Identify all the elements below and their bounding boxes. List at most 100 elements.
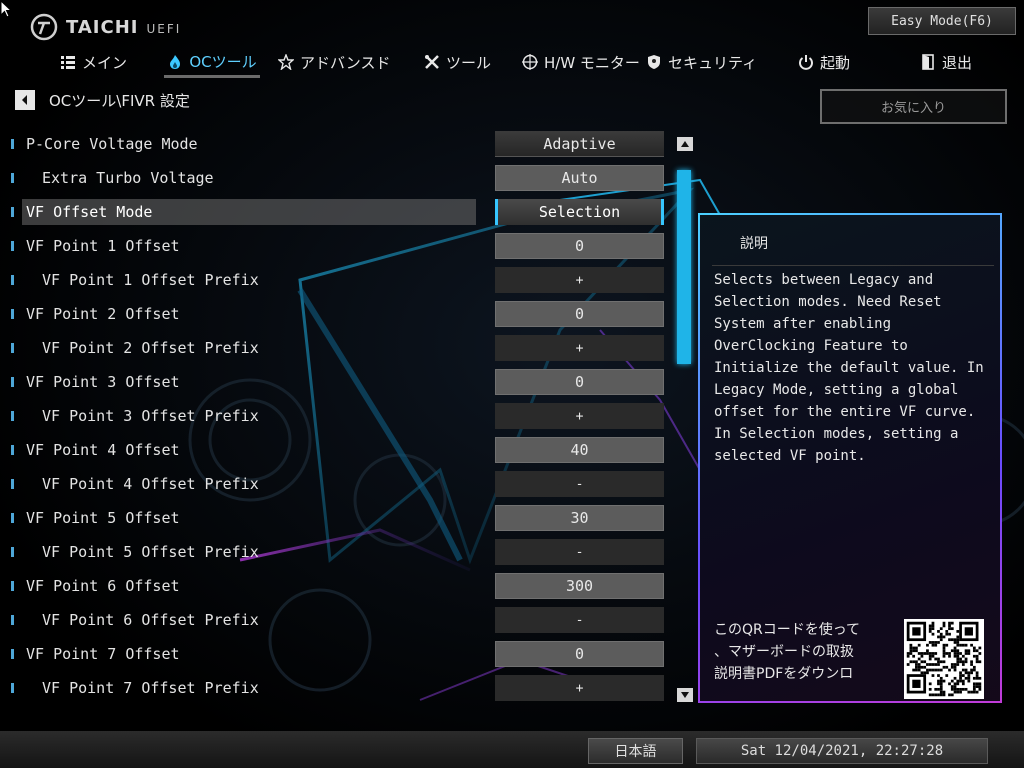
row-marker (11, 683, 14, 693)
setting-value[interactable]: + (495, 335, 664, 361)
setting-label: VF Point 3 Offset Prefix (42, 407, 259, 425)
row-marker (11, 377, 14, 387)
setting-row[interactable]: VF Point 7 Offset 0 (0, 637, 700, 671)
tab-exit[interactable]: 退出 (920, 48, 972, 76)
setting-value[interactable]: 300 (495, 573, 664, 599)
setting-row[interactable]: VF Point 4 Offset Prefix - (0, 467, 700, 501)
setting-label: VF Point 2 Offset Prefix (42, 339, 259, 357)
row-marker (11, 513, 14, 523)
description-panel: 説明 Selects between Legacy and Selection … (698, 213, 1002, 703)
setting-value[interactable]: 40 (495, 437, 664, 463)
brand-sub: UEFI (146, 21, 182, 36)
setting-row[interactable]: VF Point 6 Offset 300 (0, 569, 700, 603)
setting-value[interactable]: + (495, 267, 664, 293)
mouse-cursor-icon (0, 0, 12, 18)
setting-row[interactable]: P-Core Voltage Mode Adaptive (0, 127, 700, 161)
qr-code-icon (904, 619, 984, 699)
setting-row[interactable]: VF Point 7 Offset Prefix + (0, 671, 700, 705)
setting-label: VF Point 1 Offset (26, 237, 180, 255)
row-marker (11, 445, 14, 455)
setting-row[interactable]: VF Point 1 Offset 0 (0, 229, 700, 263)
tab-advanced[interactable]: アドバンスド (278, 48, 390, 76)
setting-label: Extra Turbo Voltage (42, 169, 214, 187)
exit-door-icon (922, 54, 934, 70)
description-divider (712, 265, 994, 266)
setting-row[interactable]: VF Point 4 Offset 40 (0, 433, 700, 467)
setting-value[interactable]: Selection (495, 199, 664, 225)
setting-row[interactable]: VF Point 3 Offset Prefix + (0, 399, 700, 433)
arrow-down-icon (681, 692, 689, 698)
setting-label: VF Point 1 Offset Prefix (42, 271, 259, 289)
setting-label: VF Point 5 Offset Prefix (42, 543, 259, 561)
setting-row[interactable]: Extra Turbo Voltage Auto (0, 161, 700, 195)
scrollbar-track[interactable] (677, 155, 693, 685)
setting-label: VF Point 6 Offset Prefix (42, 611, 259, 629)
back-arrow-icon (22, 95, 27, 105)
setting-value[interactable]: 30 (495, 505, 664, 531)
setting-row[interactable]: VF Point 6 Offset Prefix - (0, 603, 700, 637)
top-nav: メイン OCツール アドバンスド ツール H/W モニター セキュリティ 起動 … (0, 48, 1024, 78)
description-text: Selects between Legacy and Selection mod… (714, 272, 984, 464)
setting-value[interactable]: - (495, 539, 664, 565)
setting-row[interactable]: VF Offset Mode Selection (0, 195, 700, 229)
setting-label: VF Offset Mode (26, 203, 153, 221)
power-icon (799, 55, 813, 70)
row-marker (11, 343, 14, 353)
setting-value[interactable]: - (495, 607, 664, 633)
setting-row[interactable]: VF Point 3 Offset 0 (0, 365, 700, 399)
scroll-up-button[interactable] (677, 137, 693, 151)
setting-label: VF Point 4 Offset Prefix (42, 475, 259, 493)
row-marker (11, 139, 14, 149)
setting-value[interactable]: Adaptive (495, 131, 664, 157)
setting-label: VF Point 7 Offset Prefix (42, 679, 259, 697)
tab-security[interactable]: セキュリティ (646, 48, 757, 76)
setting-label: VF Point 4 Offset (26, 441, 180, 459)
setting-row[interactable]: VF Point 2 Offset Prefix + (0, 331, 700, 365)
setting-label: VF Point 2 Offset (26, 305, 180, 323)
breadcrumb-path: OCツール\FIVR 設定 (49, 91, 190, 110)
scrollbar-thumb[interactable] (677, 170, 691, 364)
row-marker (11, 275, 14, 285)
setting-row[interactable]: VF Point 5 Offset Prefix - (0, 535, 700, 569)
star-icon (278, 54, 294, 70)
setting-label: VF Point 6 Offset (26, 577, 180, 595)
flame-icon (170, 54, 181, 69)
setting-value[interactable]: + (495, 403, 664, 429)
tab-oc-tools[interactable]: OCツール (164, 48, 260, 78)
row-marker (11, 547, 14, 557)
favorites-button[interactable]: お気に入り (820, 89, 1007, 124)
setting-value[interactable]: 0 (495, 233, 664, 259)
row-marker (11, 411, 14, 421)
row-marker (11, 207, 14, 217)
taichi-logo-icon (30, 13, 58, 41)
scroll-down-button[interactable] (677, 688, 693, 702)
brand-name: TAICHI (66, 16, 139, 38)
back-button[interactable] (15, 90, 35, 110)
tab-hw-monitor[interactable]: H/W モニター (522, 48, 640, 76)
settings-list: P-Core Voltage Mode Adaptive Extra Turbo V… (0, 127, 700, 705)
tab-tools[interactable]: ツール (424, 48, 491, 76)
setting-label: P-Core Voltage Mode (26, 135, 198, 153)
setting-label: VF Point 3 Offset (26, 373, 180, 391)
setting-value[interactable]: Auto (495, 165, 664, 191)
setting-value[interactable]: 0 (495, 369, 664, 395)
easy-mode-button[interactable]: Easy Mode(F6) (868, 7, 1016, 35)
tab-main[interactable]: メイン (60, 48, 127, 76)
row-marker (11, 241, 14, 251)
qr-instruction-text: このQRコードを使って 、マザーボードの取扱 説明書PDFをダウンロ (714, 622, 861, 682)
row-marker (11, 309, 14, 319)
setting-row[interactable]: VF Point 1 Offset Prefix + (0, 263, 700, 297)
setting-row[interactable]: VF Point 5 Offset 30 (0, 501, 700, 535)
crosshair-icon (522, 54, 538, 70)
setting-value[interactable]: 0 (495, 301, 664, 327)
setting-value[interactable]: - (495, 471, 664, 497)
language-button[interactable]: 日本語 (588, 738, 683, 764)
tools-icon (425, 55, 439, 69)
setting-row[interactable]: VF Point 2 Offset 0 (0, 297, 700, 331)
setting-value[interactable]: 0 (495, 641, 664, 667)
tab-boot[interactable]: 起動 (798, 48, 850, 76)
setting-value[interactable]: + (495, 675, 664, 701)
description-title: 説明 (740, 236, 768, 252)
row-marker (11, 479, 14, 489)
brand-logo: TAICHI UEFI (30, 12, 181, 42)
